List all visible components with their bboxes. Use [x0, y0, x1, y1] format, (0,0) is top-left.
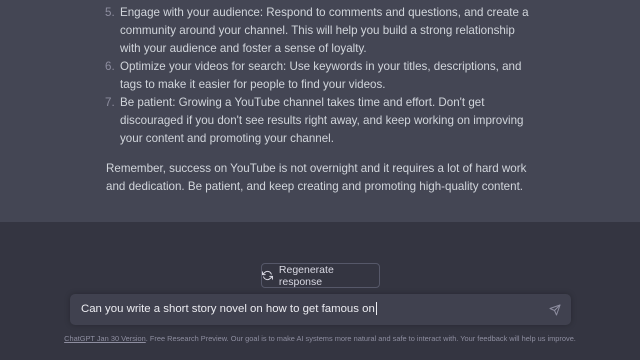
list-item-text: Be patient: Growing a YouTube channel ta…	[120, 96, 524, 145]
list-item-text: Optimize your videos for search: Use key…	[120, 60, 522, 91]
footer-text: . Free Research Preview. Our goal is to …	[145, 334, 576, 343]
assistant-response: 5. Engage with your audience: Respond to…	[0, 0, 640, 222]
footer-disclaimer: ChatGPT Jan 30 Version. Free Research Pr…	[0, 334, 640, 343]
regenerate-button[interactable]: Regenerate response	[261, 263, 380, 288]
list-item: 6. Optimize your videos for search: Use …	[105, 58, 536, 94]
response-content: 5. Engage with your audience: Respond to…	[105, 4, 536, 208]
prompt-input-text[interactable]: Can you write a short story novel on how…	[81, 294, 377, 325]
list-item-text: Engage with your audience: Respond to co…	[120, 6, 529, 55]
list-number: 5.	[105, 6, 115, 19]
response-list: 5. Engage with your audience: Respond to…	[105, 4, 536, 148]
text-caret	[375, 302, 377, 316]
prompt-value: Can you write a short story novel on how…	[81, 303, 375, 315]
version-link[interactable]: ChatGPT Jan 30 Version	[64, 334, 146, 343]
list-item: 7. Be patient: Growing a YouTube channel…	[105, 94, 536, 148]
list-item: 5. Engage with your audience: Respond to…	[105, 4, 536, 58]
regenerate-label: Regenerate response	[278, 263, 334, 288]
refresh-icon	[262, 270, 273, 281]
closing-paragraph: Remember, success on YouTube is not over…	[106, 162, 527, 193]
send-icon	[549, 304, 560, 315]
prompt-input[interactable]: Can you write a short story novel on how…	[70, 294, 571, 325]
send-button[interactable]	[547, 302, 562, 317]
list-number: 6.	[105, 60, 115, 73]
list-number: 7.	[105, 96, 115, 109]
